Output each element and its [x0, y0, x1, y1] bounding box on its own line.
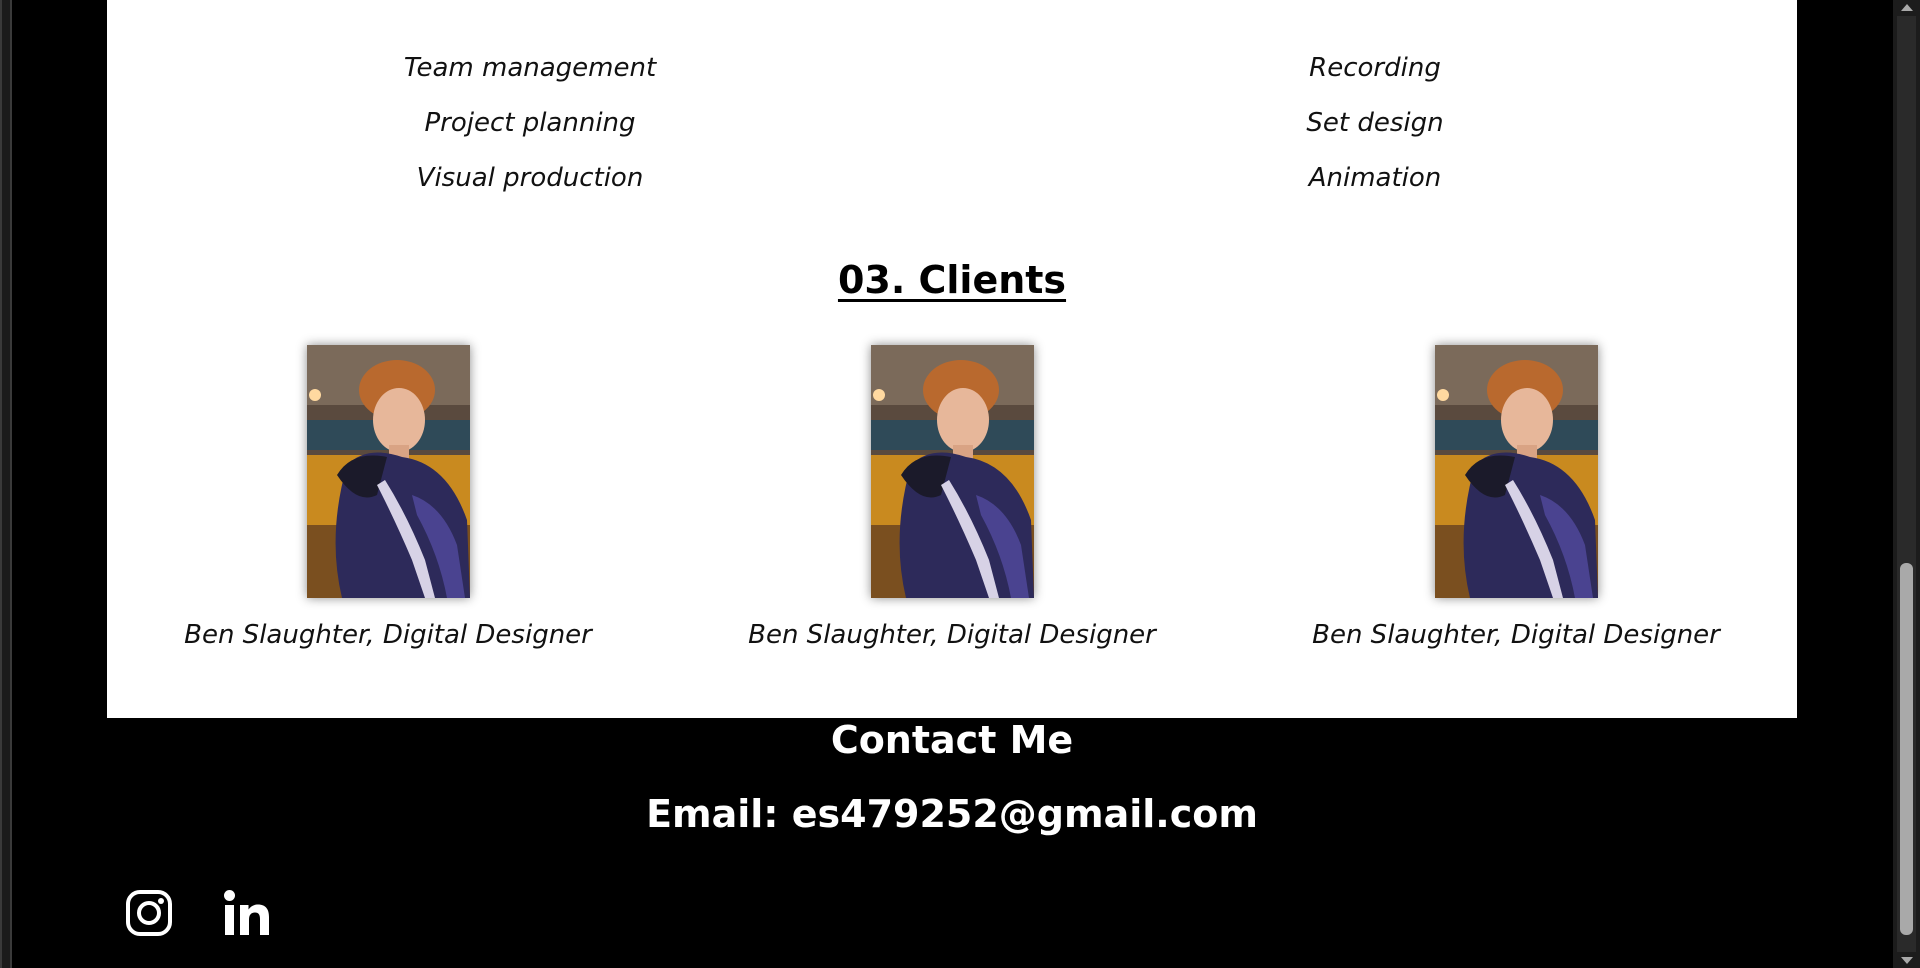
vertical-scrollbar[interactable] [1893, 0, 1920, 968]
contact-email[interactable]: Email: es479252@gmail.com [107, 792, 1797, 836]
skills-list-right: Recording Set design Animation [1210, 48, 1540, 213]
skill-item: Set design [1306, 108, 1444, 138]
portrait-image [870, 345, 1034, 598]
client-caption: Ben Slaughter, Digital Designer [184, 620, 592, 650]
scroll-down-arrow-icon[interactable] [1901, 957, 1913, 964]
window-left-border [0, 0, 12, 968]
portrait-image [1434, 345, 1598, 598]
portrait-image [306, 345, 470, 598]
clients-heading: 03. Clients [837, 258, 1067, 302]
client-photo [870, 345, 1034, 598]
clients-section-title: 03. Clients [107, 258, 1797, 302]
skill-item: Project planning [424, 108, 636, 138]
skill-item: Recording [1309, 53, 1441, 83]
contact-heading: Contact Me [830, 718, 1074, 762]
client-caption: Ben Slaughter, Digital Designer [1312, 620, 1720, 650]
client-card: Ben Slaughter, Digital Designer [1306, 345, 1726, 650]
client-photo [1434, 345, 1598, 598]
client-card: Ben Slaughter, Digital Designer [742, 345, 1162, 650]
instagram-icon[interactable] [124, 888, 174, 938]
skill-item: Visual production [416, 163, 644, 193]
page-viewport: Team management Project planning Visual … [0, 0, 1920, 968]
linkedin-icon[interactable] [222, 888, 272, 938]
scrollbar-thumb[interactable] [1900, 563, 1913, 935]
client-caption: Ben Slaughter, Digital Designer [748, 620, 1156, 650]
skill-item: Team management [403, 53, 657, 83]
skills-list-left: Team management Project planning Visual … [360, 48, 700, 213]
social-links [124, 888, 272, 938]
client-card: Ben Slaughter, Digital Designer [178, 345, 598, 650]
scroll-up-arrow-icon[interactable] [1901, 4, 1913, 11]
skill-item: Animation [1308, 163, 1442, 193]
client-photo [306, 345, 470, 598]
